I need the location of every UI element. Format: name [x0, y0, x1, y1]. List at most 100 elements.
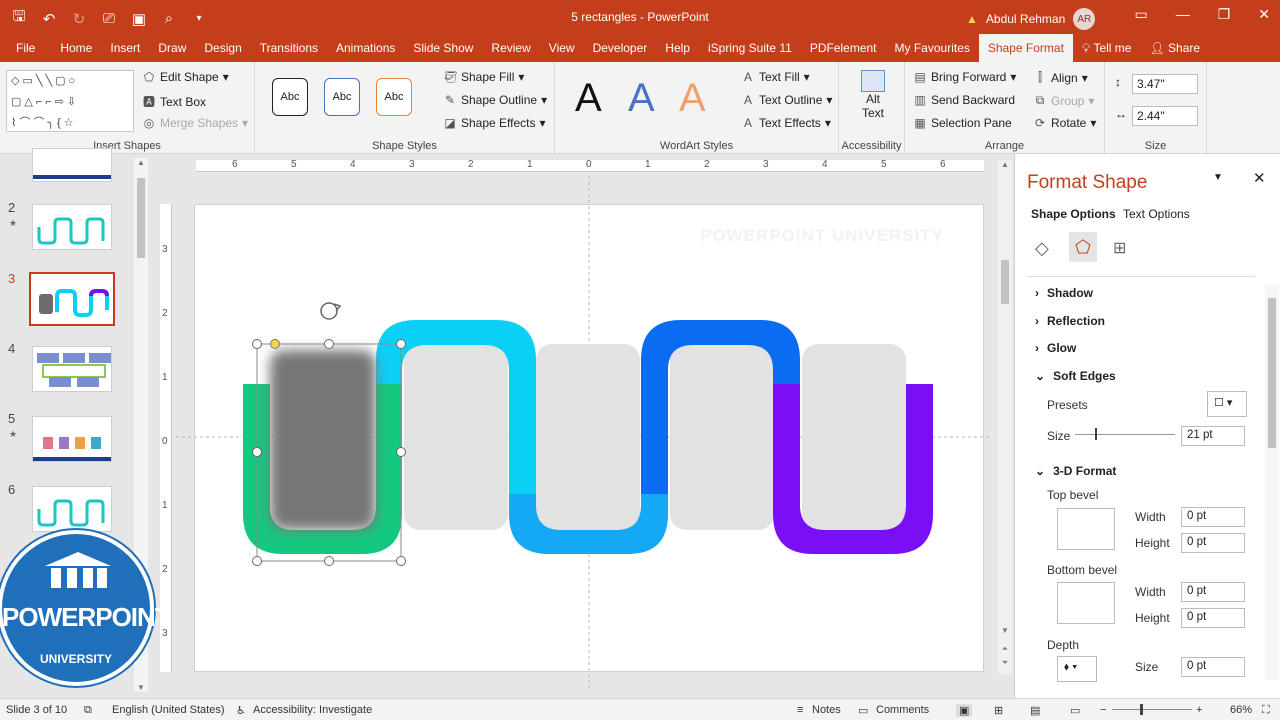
minimize-icon[interactable]: — [1176, 6, 1190, 23]
slide-thumbnail-2[interactable] [32, 204, 112, 250]
section-glow[interactable]: › Glow [1035, 341, 1076, 355]
slide-thumbnail-4[interactable] [32, 346, 112, 392]
slide-sorter-icon[interactable]: ⊞ [994, 704, 1003, 717]
depth-color-dropdown[interactable]: ⬧ ▾ [1057, 656, 1097, 682]
depth-size-input[interactable]: 0 pt [1181, 657, 1245, 677]
pane-options-icon[interactable]: ▼ [1213, 172, 1223, 183]
edit-shape-button[interactable]: ⬠ Edit Shape ▾ [142, 70, 229, 84]
alt-text-button[interactable]: Alt Text [857, 70, 889, 120]
wordart-blue[interactable]: A [628, 76, 655, 121]
presets-dropdown[interactable]: ☐ ▾ [1207, 391, 1247, 417]
size-properties-icon[interactable]: ⊞ [1113, 238, 1126, 258]
bottom-bevel-dropdown[interactable] [1057, 582, 1115, 624]
effects-icon[interactable]: ⬠ [1069, 232, 1097, 262]
tab-animations[interactable]: Animations [327, 34, 404, 62]
tab-ispring[interactable]: iSpring Suite 11 [699, 34, 801, 62]
scrollbar-thumb[interactable] [137, 178, 145, 258]
maximize-icon[interactable]: ❐ [1218, 6, 1231, 23]
zoom-out-icon[interactable]: − [1100, 704, 1106, 716]
tab-draw[interactable]: Draw [149, 34, 195, 62]
close-pane-icon[interactable]: ✕ [1253, 169, 1266, 187]
shape-effects-button[interactable]: ◪ Shape Effects ▾ [443, 116, 545, 130]
pane-scrollbar[interactable] [1265, 284, 1279, 680]
style-blue[interactable]: Abc [324, 78, 360, 116]
fit-to-window-icon[interactable]: ⛶ [1262, 704, 1270, 717]
top-bevel-dropdown[interactable] [1057, 508, 1115, 550]
top-bevel-height-input[interactable]: 0 pt [1181, 533, 1245, 553]
zoom-level[interactable]: 66% [1230, 704, 1252, 716]
ribbon-display-icon[interactable]: ▭ [1134, 6, 1147, 23]
slideshow-icon[interactable]: ▭ [1070, 704, 1080, 717]
slide-thumbnail-6[interactable] [32, 486, 112, 532]
scroll-down-icon[interactable]: ▼ [134, 683, 148, 692]
tab-tell-me[interactable]: 💡︎ Tell me [1073, 34, 1141, 62]
align-button[interactable]: ⫿ Align ▾ [1033, 70, 1088, 85]
tab-transitions[interactable]: Transitions [251, 34, 327, 62]
text-fill-button[interactable]: A Text Fill ▾ [741, 70, 810, 84]
section-reflection[interactable]: › Reflection [1035, 314, 1105, 328]
scroll-up-icon[interactable]: ▲ [998, 160, 1012, 169]
tab-insert[interactable]: Insert [101, 34, 149, 62]
style-orange[interactable]: Abc [376, 78, 412, 116]
editor-scrollbar[interactable]: ▲ ▼ ⏶ ⏷ [998, 160, 1012, 674]
scroll-up-icon[interactable]: ▲ [134, 158, 148, 167]
section-3d-format[interactable]: ⌄ 3-D Format [1035, 464, 1116, 478]
tab-slide-show[interactable]: Slide Show [404, 34, 482, 62]
tab-file[interactable]: File [0, 34, 51, 62]
shape-fill-button[interactable]: 🪣︎ Shape Fill ▾ [443, 70, 524, 84]
selection-pane-button[interactable]: ▦ Selection Pane [913, 116, 1011, 130]
shapes-gallery[interactable]: ◇▭╲╲▢○ ▢△⌐⌐⇨⇩ ⌇⌒⌒╮{☆ [6, 70, 134, 132]
user-account[interactable]: ▲ Abdul Rehman AR [966, 8, 1096, 30]
style-black[interactable]: Abc [272, 78, 308, 116]
tab-design[interactable]: Design [195, 34, 250, 62]
tab-home[interactable]: Home [51, 34, 101, 62]
tab-text-options[interactable]: Text Options [1123, 207, 1190, 221]
send-backward-button[interactable]: ▥ Send Backward [913, 93, 1015, 107]
tab-pdfelement[interactable]: PDFelement [801, 34, 886, 62]
next-slide-icon[interactable]: ⏷ [998, 658, 1012, 668]
avatar[interactable]: AR [1073, 8, 1096, 30]
comments-button[interactable]: Comments [876, 704, 929, 716]
bottom-bevel-height-input[interactable]: 0 pt [1181, 608, 1245, 628]
shape-width-input[interactable]: 2.44" [1132, 106, 1198, 126]
shape-height-input[interactable]: 3.47" [1132, 74, 1198, 94]
tab-help[interactable]: Help [656, 34, 699, 62]
slide-thumbnail-1[interactable] [32, 148, 112, 182]
merge-shapes-button[interactable]: ◎ Merge Shapes ▾ [142, 116, 248, 130]
reading-view-icon[interactable]: ▤ [1030, 704, 1040, 717]
spelling-icon[interactable]: ⧉ [84, 704, 92, 717]
scrollbar-thumb[interactable] [1268, 298, 1276, 448]
shape-outline-button[interactable]: ✎ Shape Outline ▾ [443, 93, 547, 107]
tab-my-favourites[interactable]: My Favourites [886, 34, 979, 62]
slide-thumbnail-3[interactable] [29, 272, 115, 326]
scroll-down-icon[interactable]: ▼ [998, 626, 1012, 635]
slide-canvas[interactable] [194, 204, 984, 672]
soft-edge-size-slider[interactable] [1075, 428, 1175, 440]
share-button[interactable]: 👤︎ Share [1140, 34, 1209, 62]
tab-view[interactable]: View [540, 34, 584, 62]
tab-review[interactable]: Review [482, 34, 539, 62]
fill-line-icon[interactable]: ◇ [1035, 238, 1049, 259]
text-box-button[interactable]: 🅰︎ Text Box [142, 93, 206, 110]
slide-thumbnail-5[interactable] [32, 416, 112, 462]
tab-shape-format[interactable]: Shape Format [978, 34, 1073, 62]
bring-forward-button[interactable]: ▤ Bring Forward ▾ [913, 70, 1016, 84]
zoom-in-icon[interactable]: + [1196, 704, 1202, 716]
section-soft-edges[interactable]: ⌄ Soft Edges [1035, 369, 1116, 383]
notes-button[interactable]: Notes [812, 704, 841, 716]
top-bevel-width-input[interactable]: 0 pt [1181, 507, 1245, 527]
slider-thumb[interactable] [1095, 428, 1097, 440]
soft-edge-size-input[interactable]: 21 pt [1181, 426, 1245, 446]
scrollbar-thumb[interactable] [1001, 260, 1009, 304]
bottom-bevel-width-input[interactable]: 0 pt [1181, 582, 1245, 602]
group-button[interactable]: ⧉ Group ▾ [1033, 93, 1095, 108]
text-effects-button[interactable]: A Text Effects ▾ [741, 116, 831, 130]
wordart-orange[interactable]: A [679, 76, 706, 121]
text-outline-button[interactable]: A Text Outline ▾ [741, 93, 832, 107]
slide-counter[interactable]: Slide 3 of 10 [6, 704, 67, 716]
slider-thumb[interactable] [1140, 704, 1143, 715]
language-indicator[interactable]: English (United States) [112, 704, 225, 716]
accessibility-status[interactable]: Accessibility: Investigate [253, 704, 372, 716]
tab-developer[interactable]: Developer [584, 34, 657, 62]
normal-view-icon[interactable]: ▣ [956, 704, 973, 717]
